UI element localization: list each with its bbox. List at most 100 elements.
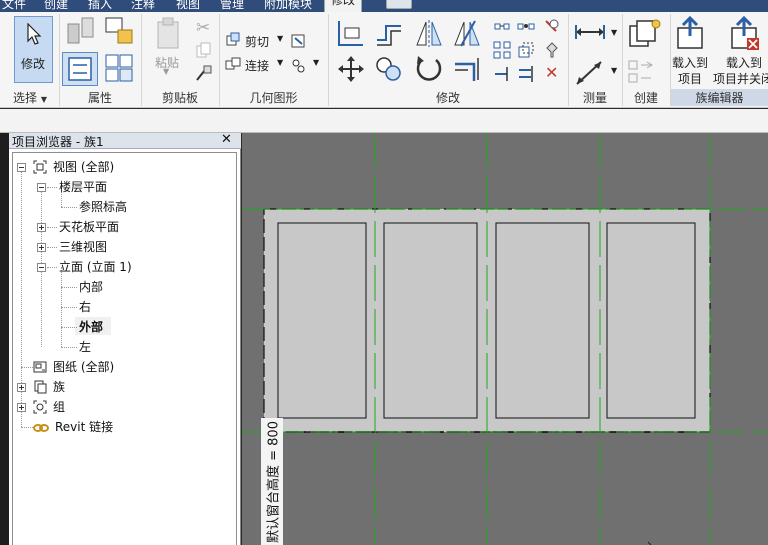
- close-icon[interactable]: ✕: [221, 132, 232, 147]
- tree-item-floor-plans[interactable]: 楼层平面: [59, 177, 107, 197]
- cut-scissors-icon: ✂: [196, 18, 211, 38]
- create-group-icon[interactable]: [627, 58, 663, 86]
- contextual-tab-dropdown[interactable]: [386, 0, 412, 9]
- array-icon[interactable]: [493, 41, 511, 59]
- delete-icon[interactable]: ✕: [545, 63, 558, 82]
- rotate-icon[interactable]: [414, 54, 444, 84]
- paint-dropdown-icon[interactable]: ▼: [313, 58, 319, 67]
- tree-connector: [61, 207, 77, 208]
- copy-element-icon[interactable]: [374, 54, 404, 84]
- cut-dropdown-icon[interactable]: ▼: [277, 34, 283, 43]
- trim-multiple-icon[interactable]: [517, 65, 535, 83]
- options-bar: [0, 109, 768, 133]
- menu-tab-file[interactable]: 文件: [2, 0, 26, 12]
- tree-expand-toggle[interactable]: [17, 383, 26, 392]
- tree-expand-toggle[interactable]: [37, 243, 46, 252]
- menu-tab-view[interactable]: 视图: [176, 0, 200, 12]
- cut-geometry-label[interactable]: 剪切: [245, 33, 269, 50]
- paste-dropdown-icon: ▼: [163, 67, 170, 76]
- family-category-icon[interactable]: [104, 16, 134, 46]
- modify-tool-button[interactable]: 修改: [14, 16, 53, 83]
- drawing-canvas[interactable]: [242, 133, 768, 545]
- ribbon: 修改 选择 ▼ 属性 粘贴 ▼ ✂ 剪贴板 剪切 ▼ 连接 ▼ ▼ 几何图形 ✕…: [0, 12, 768, 108]
- trim-extend-corner-icon[interactable]: [452, 54, 482, 84]
- load-and-close-label-2[interactable]: 项目并关闭: [713, 70, 768, 87]
- group-label-select[interactable]: 选择 ▼: [2, 89, 58, 106]
- move-icon[interactable]: [336, 54, 366, 84]
- join-dropdown-icon[interactable]: ▼: [277, 58, 283, 67]
- wall-joins-icon[interactable]: [290, 32, 308, 50]
- tree-item-revit-links[interactable]: Revit 链接: [55, 417, 113, 437]
- tree-item-ref-level[interactable]: 参照标高: [79, 197, 127, 217]
- menu-tab-insert[interactable]: 插入: [88, 0, 112, 12]
- tree-connector: [61, 307, 77, 308]
- load-into-project-label-2[interactable]: 项目: [678, 70, 702, 87]
- group-label-clipboard: 剪贴板: [161, 91, 198, 105]
- match-type-icon[interactable]: [195, 64, 213, 82]
- tree-item-elevations[interactable]: 立面 (立面 1): [59, 257, 132, 277]
- tree-item-groups[interactable]: 组: [53, 397, 65, 417]
- group-label-geometry: 几何图形: [249, 91, 298, 105]
- project-browser-title: 项目浏览器 - 族1: [12, 135, 104, 149]
- pin-icon[interactable]: [543, 41, 561, 59]
- unpin-icon[interactable]: [543, 18, 561, 36]
- copy-icon: [196, 42, 211, 58]
- align-icon[interactable]: [336, 18, 366, 48]
- sill-height-dimension-text: 默认窗台高度 = 800: [266, 421, 282, 543]
- tree-item-views[interactable]: 视图 (全部): [53, 157, 114, 177]
- menu-tab-manage[interactable]: 管理: [220, 0, 244, 12]
- tree-connector: [61, 327, 77, 328]
- paint-icon[interactable]: [291, 58, 307, 74]
- tree-item-interior[interactable]: 内部: [79, 277, 103, 297]
- tree-item-exterior[interactable]: 外部: [79, 317, 103, 337]
- tree-connector: [61, 287, 77, 288]
- project-browser-tree: 视图 (全部) 楼层平面 参照标高 天花板平面 三维视图 立面 (立面 1) 内…: [12, 152, 237, 545]
- dimension-dropdown-icon[interactable]: ▼: [611, 66, 617, 75]
- groups-icon: [33, 400, 47, 414]
- tree-item-sheets[interactable]: 图纸 (全部): [53, 357, 114, 377]
- link-icon: [33, 424, 49, 432]
- measure-distance-icon[interactable]: [573, 22, 607, 42]
- tree-expand-toggle[interactable]: [37, 223, 46, 232]
- trim-single-icon[interactable]: [493, 65, 511, 83]
- menu-tab-modify[interactable]: 修改: [324, 0, 363, 12]
- split-element-icon[interactable]: [493, 18, 511, 36]
- tree-connector: [61, 347, 77, 348]
- tree-item-left[interactable]: 左: [79, 337, 91, 357]
- aligned-dimension-icon[interactable]: [573, 58, 607, 88]
- tree-collapse-toggle[interactable]: [37, 183, 46, 192]
- split-with-gap-icon[interactable]: [517, 18, 535, 36]
- elevation-drawing[interactable]: [242, 133, 768, 545]
- load-into-project-icon: [677, 16, 703, 49]
- type-properties-icon[interactable]: [104, 53, 136, 85]
- tree-expand-toggle[interactable]: [17, 403, 26, 412]
- views-icon: [33, 160, 47, 174]
- create-similar-icon[interactable]: [627, 18, 663, 50]
- modify-tool-label: 修改: [21, 57, 46, 71]
- mirror-pick-axis-icon[interactable]: [414, 18, 444, 48]
- tree-item-3d-views[interactable]: 三维视图: [59, 237, 107, 257]
- load-and-close-label-1[interactable]: 载入到: [726, 54, 762, 71]
- properties-icon: [68, 57, 92, 81]
- group-label-family-editor: 族编辑器: [695, 91, 744, 105]
- family-types-icon[interactable]: [66, 16, 96, 46]
- menu-tab-annotate[interactable]: 注释: [131, 0, 155, 12]
- tree-collapse-toggle[interactable]: [37, 263, 46, 272]
- tree-item-families[interactable]: 族: [53, 377, 65, 397]
- menu-tab-create[interactable]: 创建: [44, 0, 68, 12]
- tree-item-ceiling-plans[interactable]: 天花板平面: [59, 217, 119, 237]
- group-label-measure: 测量: [582, 91, 607, 105]
- offset-icon[interactable]: [374, 18, 404, 48]
- tree-item-right[interactable]: 右: [79, 297, 91, 317]
- properties-button[interactable]: [62, 52, 98, 86]
- tree-connector: [47, 187, 57, 188]
- mirror-draw-axis-icon[interactable]: [452, 18, 482, 48]
- group-label-properties: 属性: [87, 91, 112, 105]
- load-into-project-label-1[interactable]: 载入到: [672, 54, 708, 71]
- join-geometry-label[interactable]: 连接: [245, 57, 269, 74]
- group-label-modify: 修改: [435, 91, 460, 105]
- tree-collapse-toggle[interactable]: [17, 163, 26, 172]
- scale-icon[interactable]: [517, 41, 535, 59]
- measure-dropdown-icon[interactable]: ▼: [611, 28, 617, 37]
- menu-tab-addins[interactable]: 附加模块: [264, 0, 312, 12]
